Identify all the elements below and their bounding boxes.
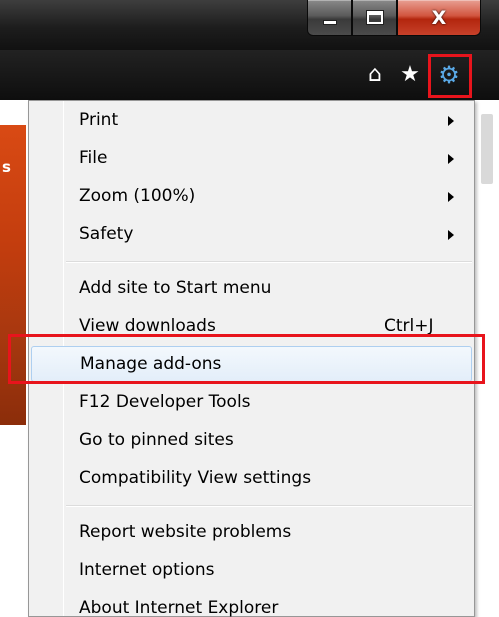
menu-item-label: Compatibility View settings [79, 468, 312, 488]
menu-item-internet-options[interactable]: Internet options [31, 552, 472, 588]
menu-item-label: File [79, 148, 108, 168]
menu-item-label: Internet options [79, 560, 215, 580]
maximize-button[interactable] [352, 0, 397, 36]
menu-item-f12-developer-tools[interactable]: F12 Developer Tools [31, 384, 472, 420]
submenu-arrow-icon [448, 230, 454, 240]
menu-item-file[interactable]: File [31, 140, 472, 176]
scrollbar-thumb[interactable] [481, 114, 493, 184]
maximize-icon [365, 10, 384, 25]
close-button[interactable]: X [397, 0, 481, 36]
submenu-arrow-icon [448, 116, 454, 126]
menu-item-safety[interactable]: Safety [31, 216, 472, 252]
menu-item-label: Add site to Start menu [79, 278, 272, 298]
menu-separator [66, 261, 472, 263]
submenu-arrow-icon [448, 154, 454, 164]
menu-item-compatibility-view-settings[interactable]: Compatibility View settings [31, 460, 472, 496]
minimize-icon [322, 20, 337, 25]
menu-item-label: Zoom (100%) [79, 186, 196, 206]
page-banner-text: s [2, 158, 11, 176]
menu-item-add-site-to-start-menu[interactable]: Add site to Start menu [31, 270, 472, 306]
menu-item-go-to-pinned-sites[interactable]: Go to pinned sites [31, 422, 472, 458]
menu-item-print[interactable]: Print [31, 102, 472, 138]
minimize-button[interactable] [307, 0, 352, 36]
menu-item-shortcut: Ctrl+J [384, 316, 434, 336]
menu-item-about-internet-explorer[interactable]: About Internet Explorer [31, 590, 472, 617]
submenu-arrow-icon [448, 192, 454, 202]
menu-item-label: View downloads [79, 316, 216, 336]
gear-icon[interactable]: ⚙ [436, 61, 462, 89]
menu-item-label: Safety [79, 224, 134, 244]
menu-item-label: Print [79, 110, 119, 130]
command-bar [0, 50, 499, 100]
menu-item-label: F12 Developer Tools [79, 392, 251, 412]
favorites-star-icon[interactable]: ★ [397, 61, 423, 89]
manage-addons-highlight [8, 334, 485, 384]
close-icon: X [431, 6, 447, 29]
menu-item-report-website-problems[interactable]: Report website problems [31, 514, 472, 550]
menu-item-zoom-100[interactable]: Zoom (100%) [31, 178, 472, 214]
menu-item-label: Report website problems [79, 522, 292, 542]
menu-item-label: About Internet Explorer [79, 598, 279, 617]
home-icon[interactable]: ⌂ [362, 61, 388, 89]
window-controls: X [307, 0, 481, 38]
menu-item-label: Go to pinned sites [79, 430, 234, 450]
menu-separator [66, 505, 472, 507]
